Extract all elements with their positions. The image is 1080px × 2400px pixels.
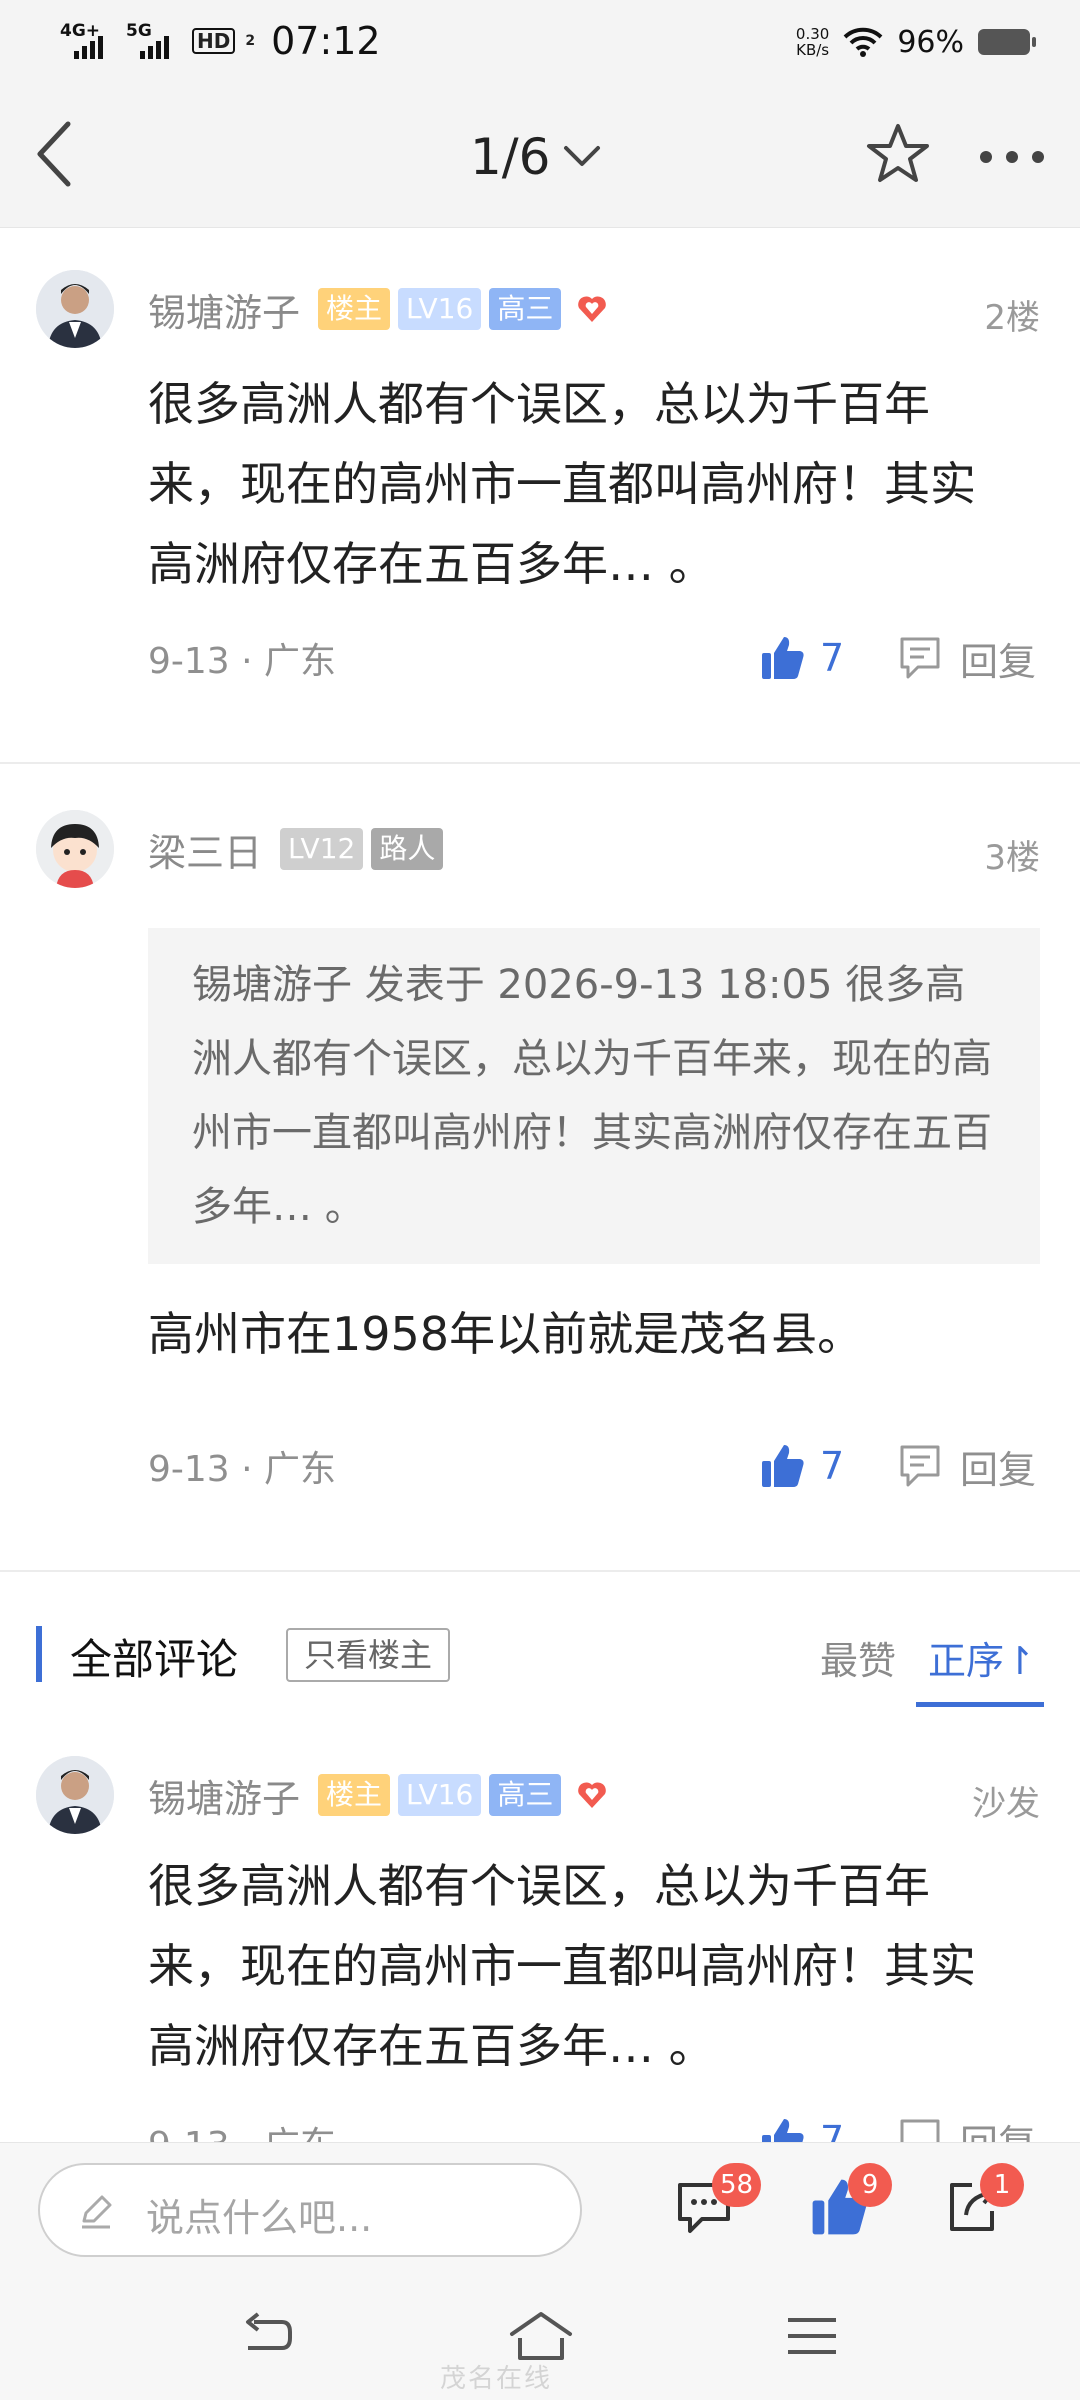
username[interactable]: 锡塘游子 bbox=[148, 1768, 300, 1823]
menu-nav-icon[interactable] bbox=[782, 2306, 842, 2366]
battery-percent: 96% bbox=[897, 24, 964, 60]
section-accent bbox=[36, 1626, 42, 1682]
sort-asc-tab[interactable]: 正序↾ bbox=[928, 1630, 1036, 1685]
post-content: 高州市在1958年以前就是茂名县。 bbox=[148, 1307, 864, 1361]
signal-icon-5g: 5G bbox=[126, 21, 182, 61]
hd-voice-icon: HD bbox=[192, 28, 236, 54]
owner-badge: 楼主 bbox=[318, 288, 391, 330]
level-badge: LV12 bbox=[280, 828, 364, 870]
reply-label: 回复 bbox=[960, 639, 1037, 684]
grade-badge: 高三 bbox=[489, 1774, 562, 1816]
reply-bubble-icon bbox=[900, 637, 940, 679]
likes-count-badge: 9 bbox=[848, 2163, 892, 2207]
watermark: 茂名在线 bbox=[440, 2364, 553, 2394]
star-icon[interactable] bbox=[866, 122, 930, 186]
reply-bubble-icon bbox=[900, 1445, 940, 1487]
avatar[interactable] bbox=[36, 1756, 114, 1834]
system-nav-bar: 茂名在线 bbox=[0, 2272, 1080, 2400]
pencil-icon bbox=[82, 2195, 112, 2229]
reply-label: 回复 bbox=[960, 2113, 1036, 2143]
post-meta: 9-13 · 广东 bbox=[148, 641, 337, 682]
post-location: 广东 bbox=[264, 641, 337, 682]
author-row: 锡塘游子 楼主 LV16 高三 bbox=[148, 1768, 609, 1823]
home-nav-icon[interactable] bbox=[506, 2306, 576, 2366]
back-arrow-icon[interactable] bbox=[26, 114, 86, 194]
back-nav-icon[interactable] bbox=[238, 2306, 298, 2366]
chevron-down-icon bbox=[564, 146, 601, 166]
share-count-badge: 1 bbox=[980, 2163, 1024, 2207]
top-nav-bar: 1/6 bbox=[0, 82, 1080, 228]
post-sofa: 锡塘游子 楼主 LV16 高三 沙发 很多高洲人都有个误区，总以为千百年来，现在… bbox=[0, 1712, 1080, 2142]
status-bar: 4G+ 5G HD 2 07:12 0.30 KB/s 96% bbox=[0, 0, 1080, 82]
wifi-icon bbox=[843, 27, 883, 57]
like-button[interactable]: 7 bbox=[760, 2110, 844, 2142]
post-location: 广东 bbox=[264, 1449, 337, 1490]
post-date: 9-13 bbox=[148, 2125, 230, 2142]
reply-label: 回复 bbox=[960, 1447, 1037, 1492]
input-placeholder: 说点什么吧... bbox=[146, 2196, 373, 2240]
post-meta: 9-13 · 广东 bbox=[148, 1449, 337, 1490]
post-meta: 9-13 · 广东 bbox=[148, 2116, 336, 2142]
only-owner-button[interactable]: 只看楼主 bbox=[286, 1628, 451, 1682]
like-count: 7 bbox=[820, 636, 845, 680]
speed-value: 0.30 bbox=[795, 25, 830, 43]
quoted-post[interactable]: 锡塘游子 发表于 2026-9-13 18:05 很多高洲人都有个误区，总以为千… bbox=[148, 928, 1040, 1264]
speed-unit: KB/s bbox=[796, 41, 830, 59]
sort-hot-tab[interactable]: 最赞 bbox=[820, 1630, 896, 1685]
page-selector[interactable]: 1/6 bbox=[470, 122, 602, 192]
author-row: 锡塘游子 楼主 LV16 高三 bbox=[148, 282, 609, 337]
divider bbox=[0, 1570, 1080, 1572]
comment-input[interactable]: 说点什么吧... bbox=[38, 2163, 582, 2257]
author-row: 梁三日 LV12 路人 bbox=[148, 822, 444, 877]
page-indicator: 1/6 bbox=[470, 128, 551, 186]
battery-icon bbox=[978, 29, 1036, 55]
username[interactable]: 锡塘游子 bbox=[148, 282, 300, 337]
post-date: 9-13 bbox=[148, 641, 230, 682]
post-content: 很多高洲人都有个误区，总以为千百年来，现在的高州市一直都叫高州府！其实高洲府仅存… bbox=[148, 1859, 976, 2073]
like-button[interactable]: 7 bbox=[760, 628, 844, 688]
post-floor-2: 锡塘游子 楼主 LV16 高三 2楼 很多高洲人都有个误区，总以为千百年来，现在… bbox=[0, 228, 1080, 762]
comments-count-badge: 58 bbox=[712, 2163, 762, 2207]
reply-button[interactable]: 回复 bbox=[898, 628, 1036, 688]
network-speed: 0.30 KB/s bbox=[796, 26, 829, 58]
floor-number: 3楼 bbox=[984, 838, 1040, 878]
role-badge: 路人 bbox=[371, 828, 444, 870]
avatar[interactable] bbox=[36, 270, 114, 348]
comments-header: 全部评论 只看楼主 最赞 正序↾ bbox=[0, 1600, 1080, 1710]
level-badge: LV16 bbox=[398, 1774, 482, 1816]
heart-badge-icon bbox=[578, 1782, 607, 1808]
post-date: 9-13 bbox=[148, 1449, 230, 1490]
more-options-icon[interactable] bbox=[976, 142, 1048, 172]
owner-badge: 楼主 bbox=[318, 1774, 391, 1816]
post-location: 广东 bbox=[264, 2125, 336, 2142]
signal-icon-4g: 4G+ bbox=[60, 21, 116, 61]
reply-bubble-icon bbox=[900, 2119, 940, 2142]
like-count: 7 bbox=[820, 1444, 845, 1488]
thumbs-up-icon bbox=[762, 637, 804, 679]
floor-number: 2楼 bbox=[984, 298, 1040, 338]
like-count: 7 bbox=[820, 2118, 845, 2142]
section-title: 全部评论 bbox=[70, 1635, 239, 1684]
share-button[interactable]: 1 bbox=[942, 2163, 1024, 2247]
reply-button[interactable]: 回复 bbox=[898, 2110, 1036, 2142]
avatar[interactable] bbox=[36, 810, 114, 888]
comments-button[interactable]: 58 bbox=[674, 2163, 762, 2247]
thumbs-up-icon bbox=[762, 1445, 804, 1487]
clock: 07:12 bbox=[271, 19, 381, 63]
reply-button[interactable]: 回复 bbox=[898, 1436, 1036, 1496]
comment-input-bar: 说点什么吧... 58 9 1 bbox=[0, 2142, 1080, 2272]
thumbs-up-icon bbox=[762, 2119, 804, 2142]
level-badge: LV16 bbox=[398, 288, 482, 330]
grade-badge: 高三 bbox=[489, 288, 562, 330]
post-content: 很多高洲人都有个误区，总以为千百年来，现在的高州市一直都叫高州府！其实高洲府仅存… bbox=[148, 377, 976, 591]
username[interactable]: 梁三日 bbox=[148, 822, 262, 877]
post-floor-3: 梁三日 LV12 路人 3楼 锡塘游子 发表于 2026-9-13 18:05 … bbox=[0, 764, 1080, 1570]
like-post-button[interactable]: 9 bbox=[810, 2163, 892, 2247]
like-button[interactable]: 7 bbox=[760, 1436, 844, 1496]
heart-badge-icon bbox=[578, 296, 607, 322]
floor-number: 沙发 bbox=[972, 1784, 1040, 1824]
hd-sub-label: 2 bbox=[245, 33, 256, 49]
active-tab-indicator bbox=[916, 1702, 1044, 1707]
